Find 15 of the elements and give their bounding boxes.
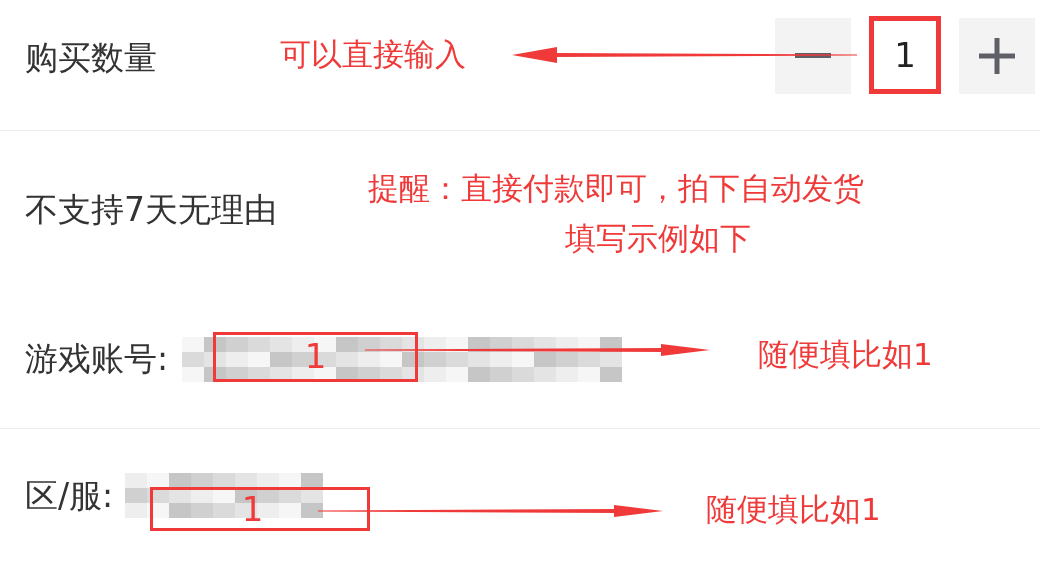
- decrease-button[interactable]: [775, 18, 851, 94]
- annotation-text: 随便填比如1: [758, 335, 933, 374]
- annotation-text: 随便填比如1: [706, 490, 881, 529]
- field-label: 游戏账号:: [25, 339, 169, 379]
- return-policy-text: 不支持7天无理由: [25, 189, 277, 230]
- annotation-text: 填写示例如下: [565, 219, 751, 258]
- example-value-highlight: 1: [213, 332, 418, 382]
- quantity-field[interactable]: 1: [869, 16, 941, 94]
- increase-button[interactable]: [959, 18, 1035, 94]
- example-value-highlight: 1: [150, 487, 370, 531]
- field-label: 区/服:: [25, 475, 114, 516]
- annotation-text: 可以直接输入: [280, 35, 466, 74]
- plus-icon: [979, 38, 1015, 74]
- annotation-text: 提醒：直接付款即可，拍下自动发货: [368, 169, 864, 208]
- quantity-label: 购买数量: [25, 38, 157, 78]
